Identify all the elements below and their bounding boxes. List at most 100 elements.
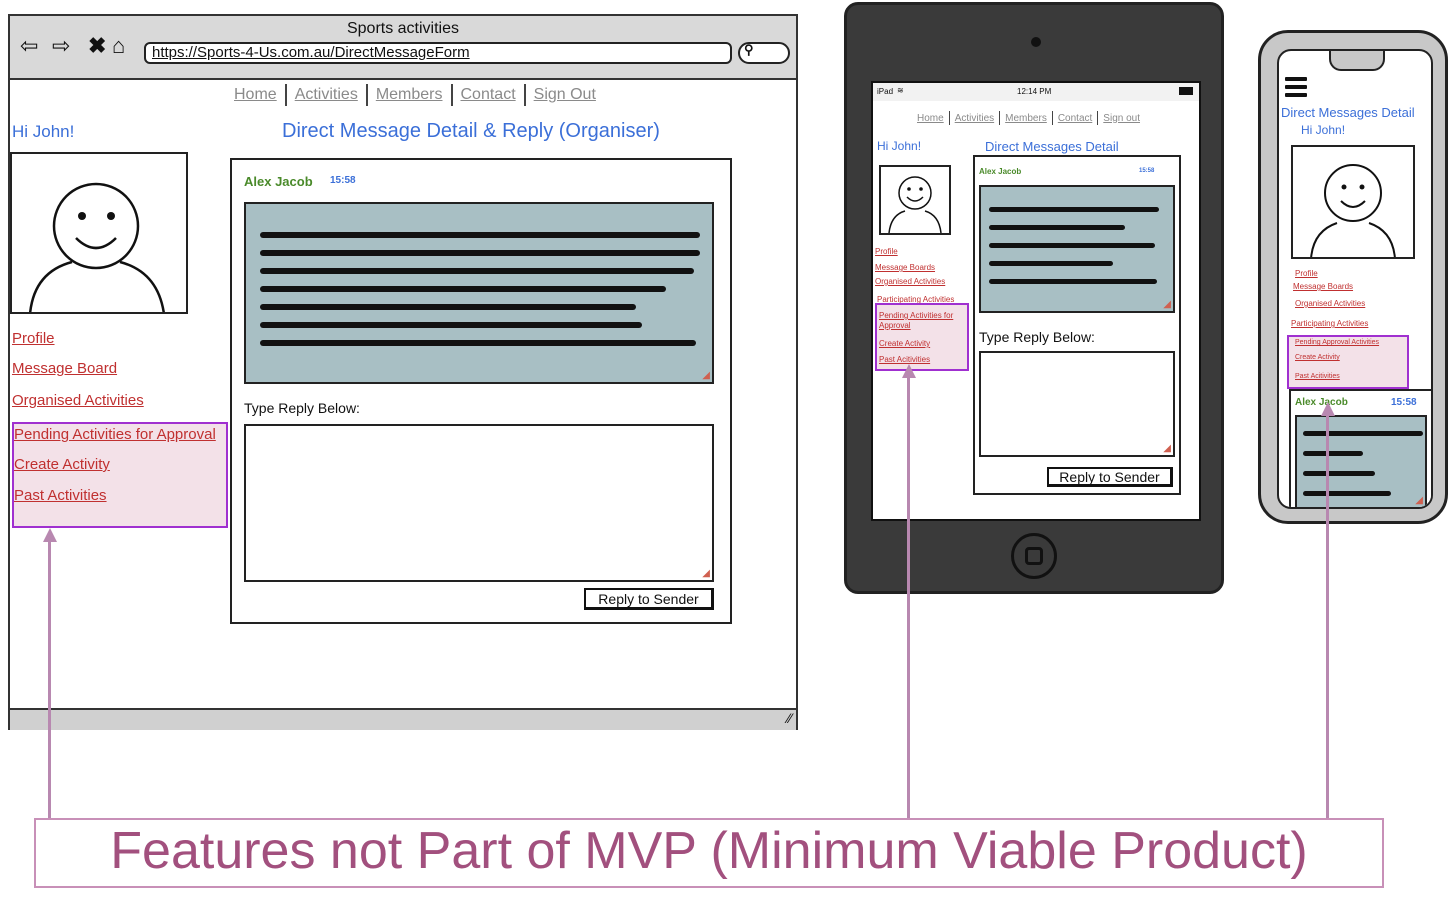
- reply-textarea[interactable]: ◢: [979, 351, 1175, 457]
- tablet-screen: iPad ≋ 12:14 PM Home Activities Members …: [871, 81, 1201, 521]
- scribbled-text: [260, 232, 700, 238]
- sidebar-link-profile[interactable]: Profile: [1295, 269, 1318, 278]
- scribbled-text: [1303, 431, 1423, 436]
- nav-separator: [284, 84, 287, 106]
- scribbled-text: [989, 243, 1155, 248]
- user-avatar-icon: [1310, 164, 1396, 257]
- home-button-icon[interactable]: [1011, 533, 1057, 579]
- greeting: Hi John!: [877, 139, 922, 153]
- nav-members[interactable]: Members: [1005, 113, 1047, 124]
- scribbled-text: [260, 322, 642, 328]
- phone-device: Direct Messages Detail Hi John! Profile …: [1258, 30, 1448, 524]
- nav-members[interactable]: Members: [376, 86, 443, 104]
- resize-grip-icon[interactable]: ◢: [1163, 299, 1171, 310]
- url-bar[interactable]: https://Sports-4-Us.com.au/DirectMessage…: [144, 42, 732, 64]
- sidebar-link-profile[interactable]: Profile: [12, 330, 55, 347]
- non-mvp-highlight: Pending Approval Activities Create Activ…: [1287, 335, 1409, 389]
- scribbled-text: [989, 207, 1159, 212]
- avatar: [1291, 145, 1415, 259]
- scribbled-text: [989, 279, 1157, 284]
- sidebar-link-message-boards[interactable]: Message Boards: [875, 263, 935, 272]
- camera-icon: [1031, 37, 1041, 47]
- hamburger-menu-icon[interactable]: [1285, 77, 1307, 101]
- scribbled-text: [1303, 451, 1363, 456]
- phone-notch: [1329, 51, 1385, 71]
- page-title: Direct Messages Detail: [1281, 105, 1415, 120]
- sidebar-link-pending-approval[interactable]: Pending Approval Activities: [1295, 339, 1379, 346]
- window-resize-icon[interactable]: ⁄⁄: [787, 710, 792, 726]
- reply-to-sender-button[interactable]: Reply to Sender: [1047, 467, 1173, 487]
- annotation-arrow-icon: [43, 528, 57, 542]
- tablet-top-navigation: Home Activities Members Contact Sign out: [917, 111, 1140, 125]
- battery-icon: [1179, 87, 1193, 95]
- sidebar-link-participating-activities[interactable]: Participating Activities: [1291, 319, 1368, 328]
- sidebar-link-message-boards[interactable]: Message Boards: [1293, 282, 1353, 291]
- nav-home[interactable]: Home: [917, 113, 944, 124]
- message-body: ◢: [244, 202, 714, 384]
- sidebar-link-message-board[interactable]: Message Board: [12, 360, 117, 377]
- mvp-annotation-callout: Features not Part of MVP (Minimum Viable…: [34, 818, 1384, 888]
- nav-separator: [1097, 111, 1099, 125]
- message-panel: Alex Jacob 15:58 ◢ Type Reply Below: ◢ R…: [230, 158, 732, 624]
- greeting: Hi John!: [12, 122, 75, 141]
- top-navigation: Home Activities Members Contact Sign Out: [234, 84, 596, 106]
- nav-separator: [523, 84, 526, 106]
- browser-status-bar: ⁄⁄: [10, 708, 796, 730]
- message-time: 15:58: [1139, 168, 1155, 174]
- desktop-browser-window: Sports activities ⇦ ⇨ ✖ ⌂ https://Sports…: [8, 14, 798, 730]
- reply-textarea[interactable]: ◢: [244, 424, 714, 582]
- phone-screen: Direct Messages Detail Hi John! Profile …: [1277, 49, 1433, 509]
- scribbled-text: [989, 261, 1113, 266]
- user-avatar-icon: [29, 182, 165, 312]
- nav-sign-out[interactable]: Sign Out: [534, 86, 596, 104]
- scribbled-text: [1303, 471, 1375, 476]
- resize-grip-icon[interactable]: ◢: [1415, 495, 1423, 506]
- sidebar-link-past-activities[interactable]: Past Activities: [14, 487, 107, 504]
- non-mvp-highlight: Pending Activities for Approval Create A…: [12, 422, 228, 528]
- annotation-pointer-line: [907, 376, 910, 818]
- nav-activities[interactable]: Activities: [955, 113, 994, 124]
- nav-activities[interactable]: Activities: [295, 86, 358, 104]
- sidebar-link-create-activity[interactable]: Create Activity: [14, 456, 110, 473]
- nav-separator: [450, 84, 453, 106]
- scribbled-text: [260, 250, 700, 256]
- sidebar-link-create-activity[interactable]: Create Activity: [879, 339, 930, 348]
- sidebar-link-past-activities[interactable]: Past Acitivities: [1295, 373, 1340, 380]
- greeting: Hi John!: [1301, 123, 1346, 137]
- nav-home[interactable]: Home: [234, 86, 277, 104]
- avatar: [10, 152, 188, 314]
- sidebar-link-past-activities[interactable]: Past Acitivities: [879, 355, 930, 364]
- nav-separator: [1051, 111, 1053, 125]
- sidebar-link-organised-activities[interactable]: Organised Activities: [875, 277, 945, 286]
- reply-to-sender-button[interactable]: Reply to Sender: [584, 588, 714, 610]
- forward-arrow-icon[interactable]: ⇨: [52, 32, 70, 60]
- search-field[interactable]: ⚲: [738, 42, 790, 64]
- annotation-pointer-line: [1326, 414, 1329, 818]
- sidebar-link-organised-activities[interactable]: Organised Activities: [1295, 299, 1365, 308]
- user-avatar-icon: [888, 176, 942, 233]
- resize-grip-icon[interactable]: ◢: [702, 568, 710, 579]
- sidebar-link-pending-activities[interactable]: Pending Activities for Approval: [879, 311, 959, 331]
- browser-toolbar: Sports activities ⇦ ⇨ ✖ ⌂ https://Sports…: [10, 16, 796, 80]
- sidebar-link-pending-activities[interactable]: Pending Activities for Approval: [14, 426, 216, 443]
- scribbled-text: [1303, 491, 1391, 496]
- resize-grip-icon[interactable]: ◢: [1163, 443, 1171, 454]
- sidebar-link-organised-activities[interactable]: Organised Activities: [12, 392, 144, 409]
- close-icon[interactable]: ✖: [88, 32, 106, 60]
- message-time: 15:58: [1391, 397, 1417, 408]
- tablet-status-bar: iPad ≋ 12:14 PM: [873, 83, 1199, 101]
- home-icon[interactable]: ⌂: [112, 32, 125, 60]
- sidebar-link-create-activity[interactable]: Create Activity: [1295, 354, 1340, 361]
- back-arrow-icon[interactable]: ⇦: [20, 32, 38, 60]
- sidebar-link-profile[interactable]: Profile: [875, 247, 898, 256]
- nav-contact[interactable]: Contact: [1058, 113, 1092, 124]
- scribbled-text: [989, 225, 1125, 230]
- annotation-arrow-icon: [1321, 402, 1335, 416]
- message-panel: Alex Jacob 15:58 ◢: [1289, 389, 1431, 507]
- nav-separator: [365, 84, 368, 106]
- reply-label: Type Reply Below:: [979, 329, 1095, 345]
- nav-contact[interactable]: Contact: [461, 86, 516, 104]
- scribbled-text: [260, 340, 696, 346]
- nav-sign-out[interactable]: Sign out: [1103, 113, 1140, 124]
- resize-grip-icon[interactable]: ◢: [702, 370, 710, 381]
